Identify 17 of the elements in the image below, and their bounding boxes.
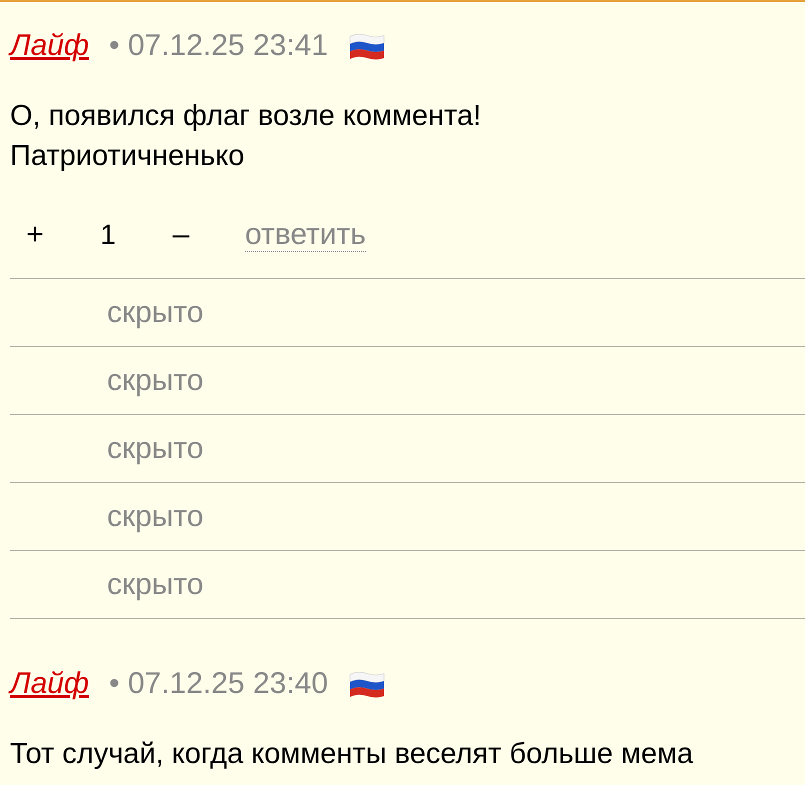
author-link[interactable]: Лайф [10, 667, 89, 701]
flag-icon [349, 670, 386, 698]
author-link[interactable]: Лайф [10, 29, 89, 63]
comment-text: О, появился флаг возле коммента! Патриотичненько [10, 99, 482, 174]
flag-icon [349, 32, 386, 60]
upvote-button[interactable]: + [10, 218, 60, 252]
hidden-comment-link[interactable]: скрыто [107, 500, 204, 534]
hidden-comment-link[interactable]: скрыто [107, 568, 204, 602]
comment-timestamp: • 07.12.25 23:40 [109, 667, 328, 701]
hidden-comment-link[interactable]: скрыто [107, 296, 204, 330]
vote-score: 1 [99, 218, 117, 252]
downvote-button[interactable]: – [156, 218, 206, 252]
comment-timestamp: • 07.12.25 23:41 [109, 29, 328, 63]
reply-link[interactable]: ответить [245, 218, 366, 252]
hidden-comment-link[interactable]: скрыто [107, 432, 204, 466]
hidden-comment-link[interactable]: скрыто [107, 364, 204, 398]
comment-text: Тот случай, когда комменты веселят больше мема [10, 737, 694, 772]
